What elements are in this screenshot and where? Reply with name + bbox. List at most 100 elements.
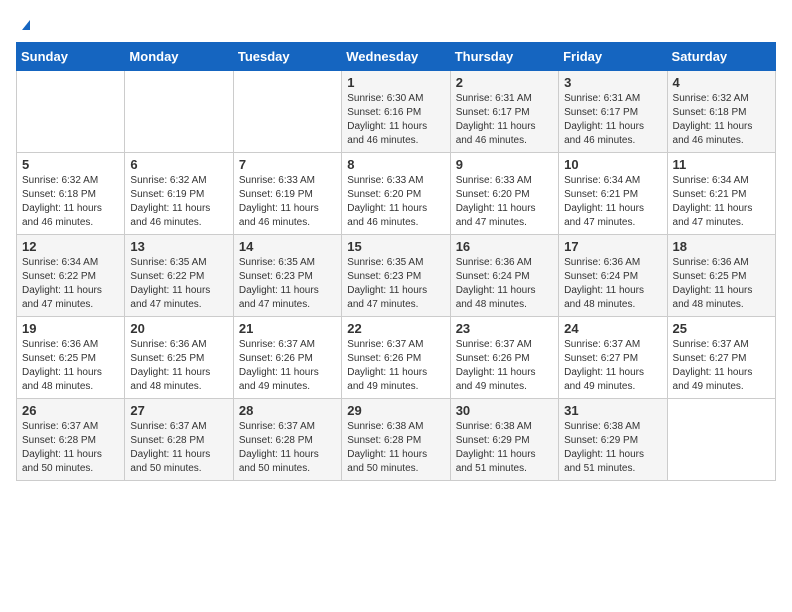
day-of-week-header: Monday xyxy=(125,43,233,71)
day-number: 15 xyxy=(347,239,444,254)
logo-icon xyxy=(18,16,34,32)
calendar-cell: 11Sunrise: 6:34 AM Sunset: 6:21 PM Dayli… xyxy=(667,153,775,235)
day-number: 18 xyxy=(673,239,770,254)
day-info: Sunrise: 6:34 AM Sunset: 6:22 PM Dayligh… xyxy=(22,256,119,312)
day-info: Sunrise: 6:37 AM Sunset: 6:28 PM Dayligh… xyxy=(22,420,119,476)
calendar-cell: 9 Sunrise: 6:33 AM Sunset: 6:20 PM Daylig… xyxy=(450,153,558,235)
calendar-cell: 12 Sunrise: 6:34 AM Sunset: 6:22 PM Dayli… xyxy=(17,235,125,317)
calendar-table: SundayMondayTuesdayWednesdayThursdayFrid… xyxy=(16,42,776,481)
calendar-cell: 21 Sunrise: 6:37 AM Sunset: 6:26 PM Dayli… xyxy=(233,317,341,399)
day-info: Sunrise: 6:35 AM Sunset: 6:23 PM Dayligh… xyxy=(347,256,444,312)
day-number: 24 xyxy=(564,321,661,336)
calendar-cell: 17 Sunrise: 6:36 AM Sunset: 6:24 PM Dayli… xyxy=(559,235,667,317)
day-info: Sunrise: 6:36 AM Sunset: 6:25 PM Dayligh… xyxy=(130,338,227,394)
day-info: Sunrise: 6:36 AM Sunset: 6:24 PM Dayligh… xyxy=(456,256,553,312)
calendar-week-row: 26 Sunrise: 6:37 AM Sunset: 6:28 PM Dayli… xyxy=(17,399,776,481)
calendar-cell: 5 Sunrise: 6:32 AM Sunset: 6:18 PM Daylig… xyxy=(17,153,125,235)
day-of-week-header: Thursday xyxy=(450,43,558,71)
day-info: Sunrise: 6:38 AM Sunset: 6:29 PM Dayligh… xyxy=(456,420,553,476)
day-number: 8 xyxy=(347,157,444,172)
day-info: Sunrise: 6:37 AM Sunset: 6:28 PM Dayligh… xyxy=(130,420,227,476)
calendar-cell: 29 Sunrise: 6:38 AM Sunset: 6:28 PM Dayli… xyxy=(342,399,450,481)
day-info: Sunrise: 6:37 AM Sunset: 6:27 PM Dayligh… xyxy=(564,338,661,394)
day-of-week-header: Wednesday xyxy=(342,43,450,71)
day-number: 17 xyxy=(564,239,661,254)
day-number: 10 xyxy=(564,157,661,172)
calendar-cell: 23 Sunrise: 6:37 AM Sunset: 6:26 PM Dayli… xyxy=(450,317,558,399)
calendar-week-row: 12 Sunrise: 6:34 AM Sunset: 6:22 PM Dayli… xyxy=(17,235,776,317)
day-number: 20 xyxy=(130,321,227,336)
calendar-cell: 19 Sunrise: 6:36 AM Sunset: 6:25 PM Dayli… xyxy=(17,317,125,399)
calendar-cell: 2 Sunrise: 6:31 AM Sunset: 6:17 PM Daylig… xyxy=(450,71,558,153)
day-info: Sunrise: 6:32 AM Sunset: 6:19 PM Dayligh… xyxy=(130,174,227,230)
day-number: 13 xyxy=(130,239,227,254)
calendar-cell xyxy=(17,71,125,153)
day-info: Sunrise: 6:35 AM Sunset: 6:22 PM Dayligh… xyxy=(130,256,227,312)
calendar-cell: 15 Sunrise: 6:35 AM Sunset: 6:23 PM Dayli… xyxy=(342,235,450,317)
calendar-cell: 28 Sunrise: 6:37 AM Sunset: 6:28 PM Dayli… xyxy=(233,399,341,481)
day-of-week-header: Friday xyxy=(559,43,667,71)
day-info: Sunrise: 6:38 AM Sunset: 6:29 PM Dayligh… xyxy=(564,420,661,476)
calendar-cell: 8Sunrise: 6:33 AM Sunset: 6:20 PM Daylig… xyxy=(342,153,450,235)
day-number: 29 xyxy=(347,403,444,418)
day-number: 19 xyxy=(22,321,119,336)
day-number: 9 xyxy=(456,157,553,172)
day-info: Sunrise: 6:32 AM Sunset: 6:18 PM Dayligh… xyxy=(22,174,119,230)
day-number: 14 xyxy=(239,239,336,254)
calendar-cell: 3 Sunrise: 6:31 AM Sunset: 6:17 PM Daylig… xyxy=(559,71,667,153)
day-info: Sunrise: 6:36 AM Sunset: 6:24 PM Dayligh… xyxy=(564,256,661,312)
day-info: Sunrise: 6:33 AM Sunset: 6:19 PM Dayligh… xyxy=(239,174,336,230)
page-header xyxy=(16,16,776,32)
day-info: Sunrise: 6:38 AM Sunset: 6:28 PM Dayligh… xyxy=(347,420,444,476)
day-number: 16 xyxy=(456,239,553,254)
day-info: Sunrise: 6:31 AM Sunset: 6:17 PM Dayligh… xyxy=(564,92,661,148)
calendar-cell xyxy=(667,399,775,481)
day-info: Sunrise: 6:37 AM Sunset: 6:26 PM Dayligh… xyxy=(347,338,444,394)
day-info: Sunrise: 6:37 AM Sunset: 6:28 PM Dayligh… xyxy=(239,420,336,476)
day-number: 23 xyxy=(456,321,553,336)
calendar-cell: 14 Sunrise: 6:35 AM Sunset: 6:23 PM Dayli… xyxy=(233,235,341,317)
calendar-cell: 26 Sunrise: 6:37 AM Sunset: 6:28 PM Dayli… xyxy=(17,399,125,481)
day-number: 25 xyxy=(673,321,770,336)
day-number: 1 xyxy=(347,75,444,90)
day-number: 26 xyxy=(22,403,119,418)
calendar-cell: 31 Sunrise: 6:38 AM Sunset: 6:29 PM Dayli… xyxy=(559,399,667,481)
calendar-header-row: SundayMondayTuesdayWednesdayThursdayFrid… xyxy=(17,43,776,71)
calendar-cell: 27 Sunrise: 6:37 AM Sunset: 6:28 PM Dayli… xyxy=(125,399,233,481)
calendar-cell: 16 Sunrise: 6:36 AM Sunset: 6:24 PM Dayli… xyxy=(450,235,558,317)
day-info: Sunrise: 6:37 AM Sunset: 6:26 PM Dayligh… xyxy=(456,338,553,394)
day-number: 21 xyxy=(239,321,336,336)
day-info: Sunrise: 6:36 AM Sunset: 6:25 PM Dayligh… xyxy=(673,256,770,312)
day-info: Sunrise: 6:30 AM Sunset: 6:16 PM Dayligh… xyxy=(347,92,444,148)
day-info: Sunrise: 6:31 AM Sunset: 6:17 PM Dayligh… xyxy=(456,92,553,148)
day-number: 31 xyxy=(564,403,661,418)
calendar-cell: 25 Sunrise: 6:37 AM Sunset: 6:27 PM Dayli… xyxy=(667,317,775,399)
day-number: 4 xyxy=(673,75,770,90)
day-number: 6 xyxy=(130,157,227,172)
calendar-cell xyxy=(125,71,233,153)
calendar-cell: 10Sunrise: 6:34 AM Sunset: 6:21 PM Dayli… xyxy=(559,153,667,235)
day-info: Sunrise: 6:32 AM Sunset: 6:18 PM Dayligh… xyxy=(673,92,770,148)
day-info: Sunrise: 6:35 AM Sunset: 6:23 PM Dayligh… xyxy=(239,256,336,312)
day-number: 30 xyxy=(456,403,553,418)
calendar-cell: 30 Sunrise: 6:38 AM Sunset: 6:29 PM Dayli… xyxy=(450,399,558,481)
day-number: 2 xyxy=(456,75,553,90)
day-info: Sunrise: 6:37 AM Sunset: 6:27 PM Dayligh… xyxy=(673,338,770,394)
day-number: 3 xyxy=(564,75,661,90)
calendar-cell: 13 Sunrise: 6:35 AM Sunset: 6:22 PM Dayli… xyxy=(125,235,233,317)
day-info: Sunrise: 6:36 AM Sunset: 6:25 PM Dayligh… xyxy=(22,338,119,394)
calendar-cell xyxy=(233,71,341,153)
day-info: Sunrise: 6:37 AM Sunset: 6:26 PM Dayligh… xyxy=(239,338,336,394)
day-of-week-header: Tuesday xyxy=(233,43,341,71)
day-info: Sunrise: 6:33 AM Sunset: 6:20 PM Dayligh… xyxy=(456,174,553,230)
day-number: 28 xyxy=(239,403,336,418)
calendar-cell: 6 Sunrise: 6:32 AM Sunset: 6:19 PM Daylig… xyxy=(125,153,233,235)
day-number: 12 xyxy=(22,239,119,254)
calendar-cell: 20 Sunrise: 6:36 AM Sunset: 6:25 PM Dayli… xyxy=(125,317,233,399)
day-number: 5 xyxy=(22,157,119,172)
calendar-cell: 22Sunrise: 6:37 AM Sunset: 6:26 PM Dayli… xyxy=(342,317,450,399)
calendar-week-row: 1 Sunrise: 6:30 AM Sunset: 6:16 PM Daylig… xyxy=(17,71,776,153)
calendar-cell: 18 Sunrise: 6:36 AM Sunset: 6:25 PM Dayli… xyxy=(667,235,775,317)
day-number: 27 xyxy=(130,403,227,418)
day-number: 7 xyxy=(239,157,336,172)
